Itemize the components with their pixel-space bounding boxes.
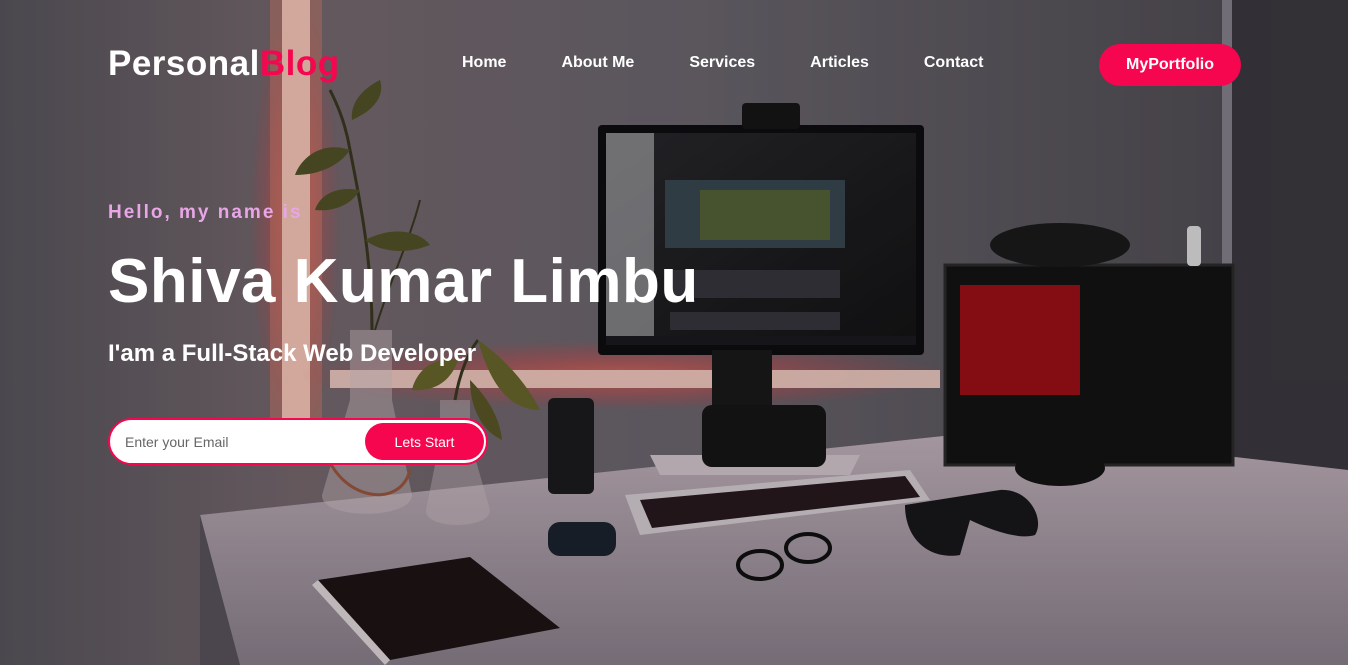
site-logo[interactable]: PersonalBlog	[108, 44, 340, 84]
main-menu: Home About Me Services Articles Contact	[462, 54, 1038, 72]
logo-text-personal: Personal	[108, 44, 260, 83]
email-input[interactable]	[125, 431, 360, 453]
hero-section: PersonalBlog Home About Me Services Arti…	[0, 0, 1348, 665]
hero-role: I'am a Full-Stack Web Developer	[108, 340, 477, 367]
nav-link-services[interactable]: Services	[689, 54, 755, 72]
nav-link-contact[interactable]: Contact	[924, 54, 984, 72]
navbar: PersonalBlog Home About Me Services Arti…	[0, 0, 1348, 130]
lets-start-button[interactable]: Lets Start	[365, 423, 484, 460]
nav-link-articles[interactable]: Articles	[810, 54, 869, 72]
hero-greeting: Hello, my name is	[108, 202, 303, 223]
my-portfolio-button[interactable]: MyPortfolio	[1099, 44, 1241, 86]
nav-link-home[interactable]: Home	[462, 54, 506, 72]
logo-text-blog: Blog	[259, 44, 340, 83]
email-signup-form: Lets Start	[108, 418, 488, 465]
hero-name: Shiva Kumar Limbu	[108, 247, 699, 316]
nav-link-about-me[interactable]: About Me	[561, 54, 634, 72]
